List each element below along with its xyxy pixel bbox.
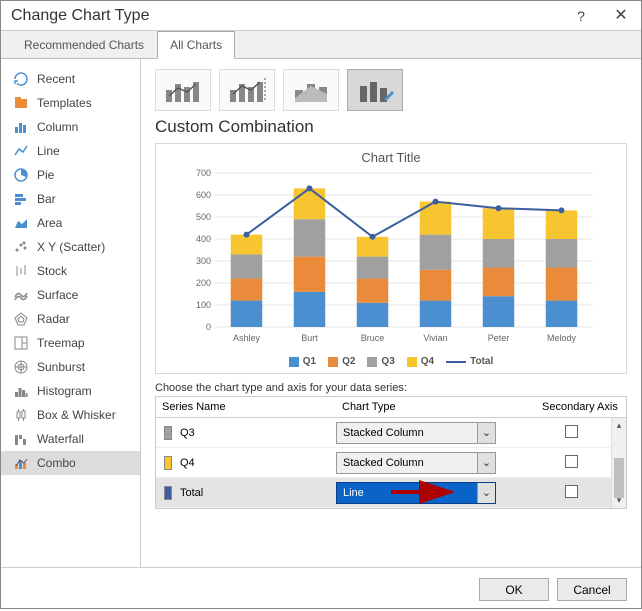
legend-q2: Q2	[342, 356, 355, 367]
series-table: Series Name Chart Type Secondary Axis Q3…	[155, 396, 627, 509]
col-secondary-axis: Secondary Axis	[536, 397, 626, 417]
chart-legend: Q1 Q2 Q3 Q4 Total	[164, 356, 618, 367]
window-title: Change Chart Type	[11, 7, 149, 25]
series-row-q4[interactable]: Q4 Stacked Column⌄	[156, 448, 626, 478]
legend-q3: Q3	[381, 356, 394, 367]
secondary-axis-checkbox-total[interactable]	[565, 485, 578, 498]
svg-text:Burt: Burt	[301, 333, 318, 343]
sidebar-item-waterfall[interactable]: Waterfall	[1, 427, 140, 451]
sidebar-item-recent[interactable]: Recent	[1, 67, 140, 91]
bar-icon	[13, 191, 29, 207]
tab-strip: Recommended Charts All Charts	[1, 31, 641, 59]
legend-q4: Q4	[421, 356, 434, 367]
combo-template-row	[155, 69, 627, 111]
svg-text:Peter: Peter	[488, 333, 510, 343]
column-icon	[13, 119, 29, 135]
sidebar-item-radar[interactable]: Radar	[1, 307, 140, 331]
chart-type-dropdown-q3[interactable]: Stacked Column⌄	[336, 422, 496, 444]
series-label-total: Total	[180, 487, 203, 499]
col-chart-type: Chart Type	[336, 397, 536, 417]
ok-button[interactable]: OK	[479, 578, 549, 601]
sidebar-item-sunburst[interactable]: Sunburst	[1, 355, 140, 379]
svg-text:700: 700	[196, 169, 211, 178]
sidebar-item-column[interactable]: Column	[1, 115, 140, 139]
chart-title: Chart Title	[164, 150, 618, 165]
svg-text:Vivian: Vivian	[423, 333, 447, 343]
recent-icon	[13, 71, 29, 87]
series-label-q3: Q3	[180, 427, 195, 439]
svg-text:300: 300	[196, 256, 211, 266]
col-series-name: Series Name	[156, 397, 336, 417]
svg-text:400: 400	[196, 234, 211, 244]
area-icon	[13, 215, 29, 231]
chart-canvas: 0 100 200 300 400 500 600 700 Ashley Burt Bruce Viv…	[164, 169, 618, 349]
sidebar-item-bar[interactable]: Bar	[1, 187, 140, 211]
sidebar-item-stock[interactable]: Stock	[1, 259, 140, 283]
tab-all-charts[interactable]: All Charts	[157, 31, 235, 59]
sidebar-item-surface[interactable]: Surface	[1, 283, 140, 307]
sidebar-item-line[interactable]: Line	[1, 139, 140, 163]
surface-icon	[13, 287, 29, 303]
pie-icon	[13, 167, 29, 183]
box-whisker-icon	[13, 407, 29, 423]
sunburst-icon	[13, 359, 29, 375]
svg-text:200: 200	[196, 278, 211, 288]
histogram-icon	[13, 383, 29, 399]
tab-recommended-charts[interactable]: Recommended Charts	[11, 31, 157, 58]
svg-text:100: 100	[196, 300, 211, 310]
chart-preview: Chart Title 0 100 200 300 400 500 600 700 Ashley…	[155, 143, 627, 374]
svg-text:0: 0	[206, 322, 211, 332]
chevron-down-icon: ⌄	[477, 483, 495, 503]
chart-type-dropdown-q4[interactable]: Stacked Column⌄	[336, 452, 496, 474]
waterfall-icon	[13, 431, 29, 447]
series-prompt: Choose the chart type and axis for your …	[155, 382, 627, 394]
secondary-axis-checkbox-q4[interactable]	[565, 455, 578, 468]
x-y-scatter--icon	[13, 239, 29, 255]
sidebar-item-area[interactable]: Area	[1, 211, 140, 235]
section-title: Custom Combination	[155, 117, 627, 137]
sidebar-item-pie[interactable]: Pie	[1, 163, 140, 187]
sidebar-item-templates[interactable]: Templates	[1, 91, 140, 115]
combo-template-1[interactable]	[155, 69, 211, 111]
treemap-icon	[13, 335, 29, 351]
combo-template-3[interactable]	[283, 69, 339, 111]
cancel-button[interactable]: Cancel	[557, 578, 627, 601]
title-bar: Change Chart Type ? ✕	[1, 1, 641, 31]
scroll-down-icon[interactable]: ▾	[612, 493, 626, 508]
sidebar-item-treemap[interactable]: Treemap	[1, 331, 140, 355]
chevron-down-icon: ⌄	[477, 423, 495, 443]
line-icon	[13, 143, 29, 159]
help-button[interactable]: ?	[561, 1, 601, 31]
svg-text:Melody: Melody	[547, 333, 577, 343]
combo-icon	[13, 455, 29, 471]
legend-q1: Q1	[303, 356, 316, 367]
svg-text:500: 500	[196, 212, 211, 222]
series-label-q4: Q4	[180, 457, 195, 469]
combo-template-custom[interactable]	[347, 69, 403, 111]
main-panel: Custom Combination Chart Title 0 100 200 30…	[141, 59, 641, 567]
sidebar-item-x-y-scatter-[interactable]: X Y (Scatter)	[1, 235, 140, 259]
close-button[interactable]: ✕	[601, 1, 641, 31]
secondary-axis-checkbox-q3[interactable]	[565, 425, 578, 438]
sidebar-item-combo[interactable]: Combo	[1, 451, 140, 475]
sidebar-item-box-whisker[interactable]: Box & Whisker	[1, 403, 140, 427]
dialog-footer: OK Cancel	[1, 567, 641, 611]
scroll-thumb[interactable]	[614, 458, 624, 498]
templates-icon	[13, 95, 29, 111]
svg-text:Bruce: Bruce	[361, 333, 385, 343]
chevron-down-icon: ⌄	[477, 453, 495, 473]
sidebar-item-histogram[interactable]: Histogram	[1, 379, 140, 403]
svg-text:600: 600	[196, 190, 211, 200]
series-scrollbar[interactable]: ▴ ▾	[611, 418, 626, 508]
stock-icon	[13, 263, 29, 279]
chart-type-sidebar: RecentTemplatesColumnLinePieBarAreaX Y (…	[1, 59, 141, 567]
radar-icon	[13, 311, 29, 327]
legend-total: Total	[470, 356, 493, 367]
scroll-up-icon[interactable]: ▴	[612, 418, 626, 433]
combo-template-2[interactable]	[219, 69, 275, 111]
series-row-q3[interactable]: Q3 Stacked Column⌄	[156, 418, 626, 448]
annotation-arrow-icon	[386, 480, 466, 504]
svg-text:Ashley: Ashley	[233, 333, 261, 343]
